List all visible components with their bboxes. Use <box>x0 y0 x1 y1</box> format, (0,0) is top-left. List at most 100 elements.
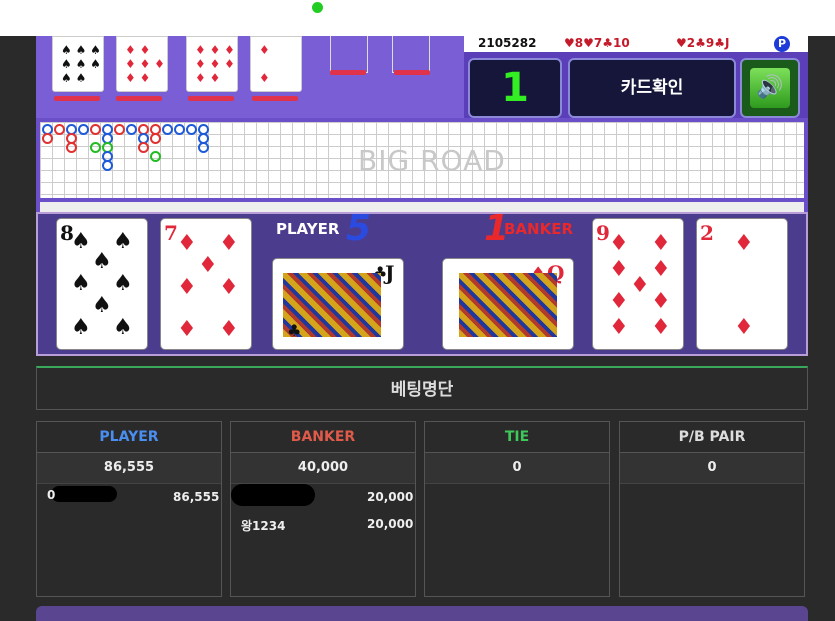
bet-marker <box>116 96 162 101</box>
spade-icon: ♠ <box>92 249 112 274</box>
diamond-icon: ♦ <box>609 257 629 282</box>
spade-icon: ♠ <box>113 271 133 296</box>
bettor-name: 왕1234 <box>241 519 286 533</box>
mini-card: ♦ ♦ ♦ ♦ ♦ ♦ ♦ ♦ <box>186 36 238 92</box>
mini-card: ♦ ♦ <box>250 36 302 92</box>
bet-marker <box>252 96 298 101</box>
banker-label: BANKER <box>504 220 574 238</box>
diamond-icon: ♦ <box>177 275 197 300</box>
diamond-icon: ♦ <box>734 231 754 256</box>
diamond-icon: ♦ <box>609 315 629 340</box>
bead <box>114 124 125 135</box>
bead <box>42 133 53 144</box>
diamond-icon: ♦ <box>630 273 650 298</box>
card-table-top: ♠ ♠ ♠ ♠ ♠ ♠ ♠ ♠ ♦ ♦ ♦ ♦ ♦ ♦ ♦ ♦ ♦ ♦ ♦ ♦ ♦ ♦ ♦ … <box>36 36 464 118</box>
top-white-bar <box>0 0 835 36</box>
player-hand: ♥8♥7♣10 <box>564 36 630 50</box>
round-id: 2105282 <box>478 36 537 50</box>
bet-marker <box>188 96 234 101</box>
column-header: BANKER <box>231 422 415 453</box>
bet-marker <box>54 96 100 101</box>
bead <box>150 151 161 162</box>
empty-card-slot <box>330 36 368 73</box>
bet-amount: 86,555 <box>173 490 220 504</box>
banker-hand: ♥2♣9♣J <box>676 36 730 50</box>
player-card-3: J ♣ ♣ <box>272 258 404 350</box>
diamond-icon: ♦ <box>177 231 197 256</box>
speaker-icon: 🔊 <box>750 68 790 108</box>
bet-amount: 20,000 <box>367 517 414 531</box>
card-rank: 9 <box>596 221 610 245</box>
bottom-panel <box>36 606 808 621</box>
column-header: TIE <box>425 422 609 453</box>
status-dot <box>312 2 323 13</box>
diamond-icon: ♦ <box>219 275 239 300</box>
player-label: PLAYER <box>276 220 340 238</box>
bettor-name: 0 <box>47 488 56 502</box>
round-result-row: 2105282 ♥8♥7♣10 ♥2♣9♣J P <box>464 36 808 52</box>
redacted-name <box>231 484 315 506</box>
player-card-1: 8 ♠ ♠ ♠ ♠ ♠ ♠ ♠ ♠ <box>56 218 148 350</box>
banker-card-3: 2 ♦ ♦ <box>696 218 788 350</box>
bead <box>102 160 113 171</box>
column-total: 40,000 <box>231 453 415 484</box>
diamond-icon: ♦ <box>219 231 239 256</box>
confirm-card-button[interactable]: 카드확인 <box>568 58 736 118</box>
banker-card-1: Q ♦ <box>442 258 574 350</box>
column-total: 0 <box>425 453 609 484</box>
card-rank: 2 <box>700 221 714 245</box>
spade-icon: ♠ <box>113 229 133 254</box>
column-total: 0 <box>620 453 804 484</box>
bet-marker <box>330 70 366 75</box>
pair-bets-column: P/B PAIR 0 <box>619 421 805 597</box>
round-info-panel: 2105282 ♥8♥7♣10 ♥2♣9♣J P 1 카드확인 🔊 <box>464 36 808 118</box>
big-road-board: BIG ROAD <box>40 122 804 198</box>
diamond-icon: ♦ <box>651 315 671 340</box>
bead <box>186 124 197 135</box>
p-badge[interactable]: P <box>774 36 790 52</box>
spade-icon: ♠ <box>71 315 91 340</box>
card-rank: 7 <box>164 221 178 245</box>
spade-icon: ♠ <box>92 293 112 318</box>
bead <box>54 124 65 135</box>
spade-icon: ♠ <box>113 315 133 340</box>
column-total: 86,555 <box>37 453 221 484</box>
diamond-icon: ♦ <box>651 289 671 314</box>
tie-bets-column: TIE 0 <box>424 421 610 597</box>
bead <box>66 142 77 153</box>
diamond-icon: ♦ <box>651 231 671 256</box>
bead <box>150 133 161 144</box>
player-card-2: 7 ♦ ♦ ♦ ♦ ♦ ♦ ♦ <box>160 218 252 350</box>
bead <box>126 124 137 135</box>
diamond-icon: ♦ <box>198 253 218 278</box>
column-header: P/B PAIR <box>620 422 804 453</box>
spade-icon: ♠ <box>71 271 91 296</box>
player-score: 5 <box>346 208 372 249</box>
mini-card: ♠ ♠ ♠ ♠ ♠ ♠ ♠ ♠ <box>52 36 104 92</box>
card-reveal-area: PLAYER 5 1 BANKER 8 ♠ ♠ ♠ ♠ ♠ ♠ ♠ ♠ 7 ♦ … <box>36 208 808 356</box>
diamond-icon: ♦ <box>609 289 629 314</box>
empty-card-slot <box>392 36 430 73</box>
bead <box>90 124 101 135</box>
column-header: PLAYER <box>37 422 221 453</box>
sound-button[interactable]: 🔊 <box>740 58 800 118</box>
club-icon: ♣ <box>287 321 302 340</box>
queen-face <box>459 273 557 337</box>
bead <box>162 124 173 135</box>
diamond-icon: ♦ <box>177 317 197 342</box>
diamond-icon: ♦ <box>609 231 629 256</box>
banker-bets-column: BANKER 40,000 20,000 왕1234 20,000 <box>230 421 416 597</box>
bead <box>138 142 149 153</box>
diamond-icon: ♦ <box>651 257 671 282</box>
player-bets-column: PLAYER 86,555 0 86,555 <box>36 421 222 597</box>
round-counter: 1 <box>468 58 562 118</box>
mini-card: ♦ ♦ ♦ ♦ ♦ ♦ ♦ <box>116 36 168 92</box>
bet-marker <box>394 70 430 75</box>
bead <box>174 124 185 135</box>
bead <box>78 124 89 135</box>
game-panel: ♠ ♠ ♠ ♠ ♠ ♠ ♠ ♠ ♦ ♦ ♦ ♦ ♦ ♦ ♦ ♦ ♦ ♦ ♦ ♦ ♦ ♦ ♦ … <box>36 36 808 356</box>
betting-list-title: 베팅명단 <box>36 366 808 410</box>
redacted-name <box>51 486 117 502</box>
bet-amount: 20,000 <box>367 490 414 504</box>
big-road-label: BIG ROAD <box>358 144 506 177</box>
